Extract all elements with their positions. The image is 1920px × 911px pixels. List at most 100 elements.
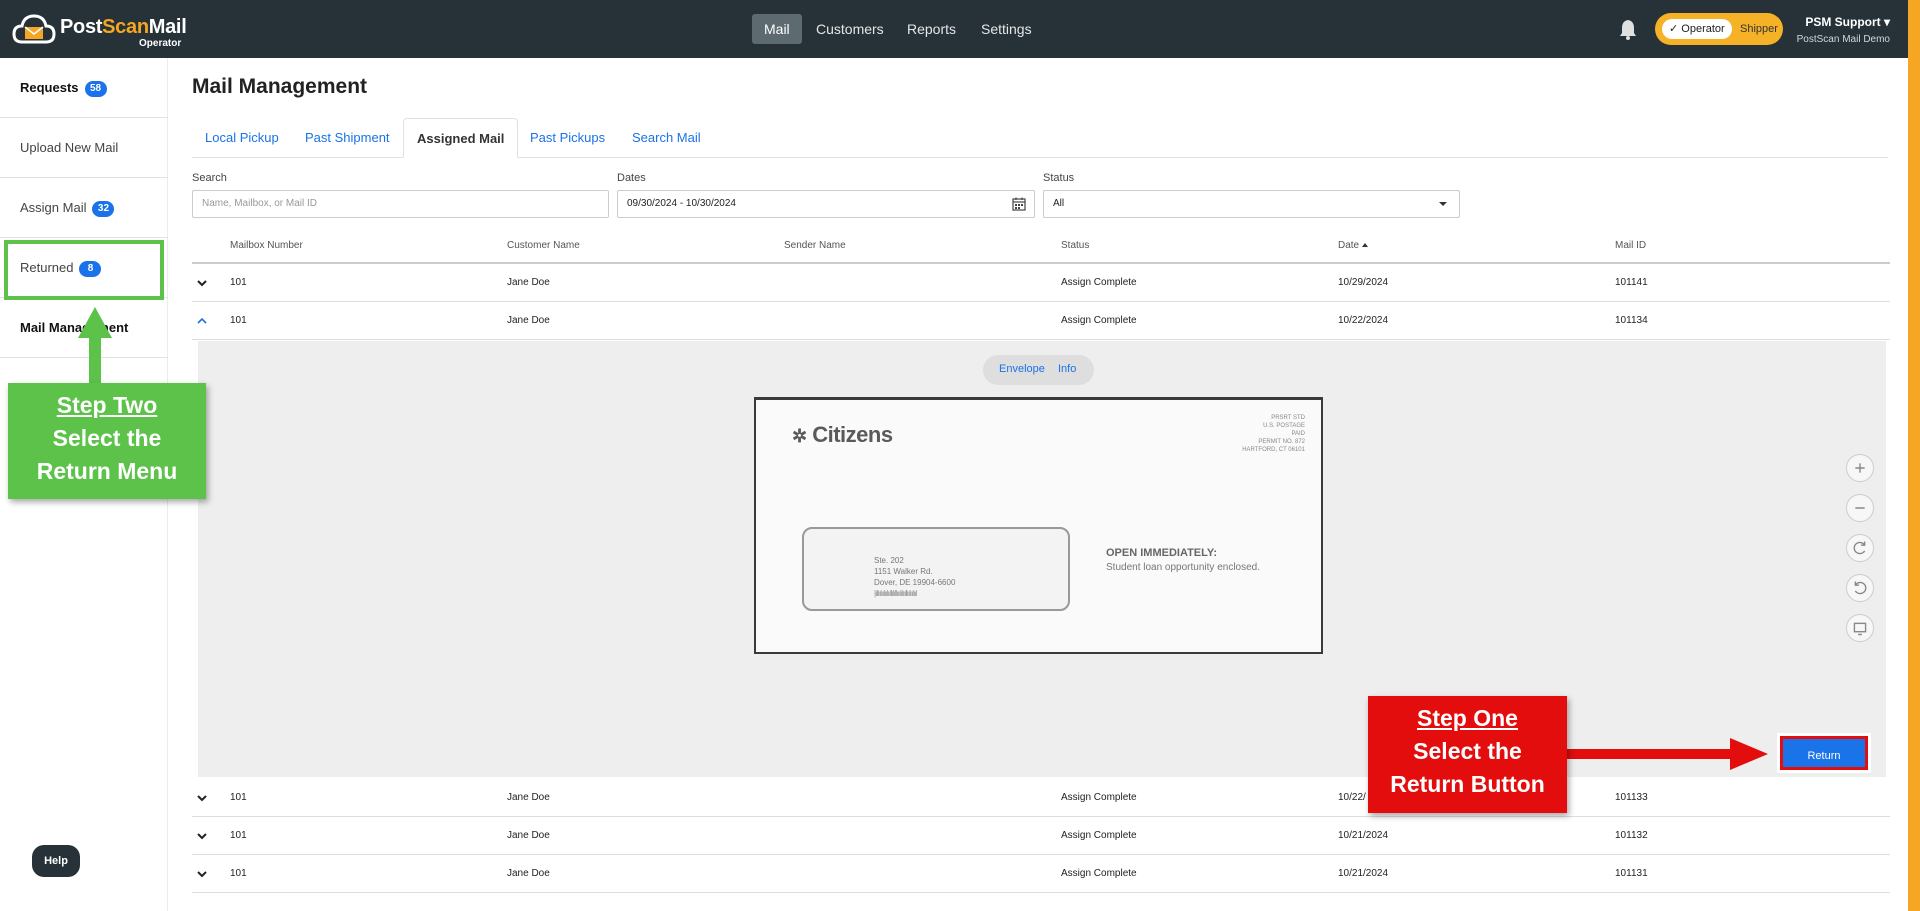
zoom-out-icon[interactable] — [1846, 494, 1874, 522]
step-one-line2: Return Button — [1390, 771, 1545, 797]
col-customer-name[interactable]: Customer Name — [507, 240, 580, 251]
status-label: Status — [1043, 172, 1075, 184]
page-title: Mail Management — [192, 75, 368, 98]
cell-mail-id: 101134 — [1615, 315, 1648, 326]
sidebar-item-assign-mail[interactable]: Assign Mail 32 — [0, 178, 168, 238]
calendar-icon[interactable] — [1012, 197, 1026, 211]
cell-date: 10/21/2024 — [1338, 830, 1389, 841]
brand-subtitle: Operator — [139, 38, 182, 49]
return-button[interactable]: Return — [1777, 733, 1871, 773]
col-sender-name[interactable]: Sender Name — [784, 240, 846, 251]
cell-mailbox: 101 — [230, 792, 247, 803]
cell-mailbox: 101 — [230, 830, 247, 841]
step-two-line2: Return Menu — [36, 458, 178, 484]
col-mail-id[interactable]: Mail ID — [1615, 240, 1646, 251]
envelope-scan-image: ✲ Citizens PRSRT STD U.S. POSTAGE PAID P… — [754, 397, 1323, 654]
col-mailbox-number[interactable]: Mailbox Number — [230, 240, 303, 251]
date-range-value: 09/30/2024 - 10/30/2024 — [627, 198, 736, 209]
requests-count-badge: 58 — [84, 80, 107, 97]
table-row[interactable]: 101 Jane Doe Assign Complete 10/22/ 1011… — [192, 779, 1890, 817]
cell-status: Assign Complete — [1061, 277, 1137, 288]
nav-settings[interactable]: Settings — [969, 14, 1044, 44]
sidebar-item-requests[interactable]: Requests 58 — [0, 58, 168, 118]
cell-status: Assign Complete — [1061, 315, 1137, 326]
chevron-down-icon[interactable] — [196, 277, 208, 289]
dates-label: Dates — [617, 172, 646, 184]
cell-mail-id: 101131 — [1615, 868, 1648, 879]
cell-mailbox: 101 — [230, 277, 247, 288]
fullscreen-icon[interactable] — [1846, 614, 1874, 642]
cell-customer: Jane Doe — [507, 868, 550, 879]
envelope-headline: OPEN IMMEDIATELY: — [1106, 547, 1218, 559]
chevron-down-icon[interactable] — [196, 868, 208, 880]
table-row[interactable]: 101 Jane Doe Assign Complete 10/21/2024 … — [192, 855, 1890, 893]
view-envelope-button[interactable]: Envelope — [999, 363, 1045, 375]
rotate-left-icon[interactable] — [1846, 574, 1874, 602]
tab-assigned-mail[interactable]: Assigned Mail — [403, 118, 519, 158]
step-two-line1: Select the — [52, 425, 162, 451]
assign-mail-count-badge: 32 — [92, 200, 115, 217]
nav-customers[interactable]: Customers — [804, 14, 896, 44]
cell-customer: Jane Doe — [507, 315, 550, 326]
step-one-title: Step One — [1417, 705, 1518, 731]
role-operator[interactable]: ✓ Operator — [1662, 19, 1732, 39]
chevron-up-icon[interactable] — [196, 315, 208, 327]
help-button[interactable]: Help — [32, 845, 80, 877]
status-select-value: All — [1053, 198, 1065, 209]
view-info-button[interactable]: Info — [1058, 363, 1076, 375]
chevron-down-icon[interactable] — [196, 792, 208, 804]
cell-date: 10/29/2024 — [1338, 277, 1389, 288]
step-two-title: Step Two — [56, 392, 158, 418]
cell-date: 10/22/ — [1338, 792, 1366, 803]
search-input[interactable]: Name, Mailbox, or Mail ID — [192, 190, 609, 218]
chevron-down-icon[interactable] — [196, 830, 208, 842]
table-row-expanded[interactable]: 101 Jane Doe Assign Complete 10/22/2024 … — [192, 302, 1890, 340]
envelope-postage-mark: PRSRT STD U.S. POSTAGE PAID PERMIT NO. 8… — [1242, 415, 1305, 453]
sidebar-item-upload-new-mail[interactable]: Upload New Mail — [0, 118, 168, 178]
cell-status: Assign Complete — [1061, 830, 1137, 841]
returned-highlight-box — [4, 240, 164, 300]
tab-local-pickup[interactable]: Local Pickup — [192, 118, 292, 158]
rotate-right-icon[interactable] — [1846, 534, 1874, 562]
sidebar-item-mail-management[interactable]: Mail Management — [0, 298, 168, 358]
tab-past-pickups[interactable]: Past Pickups — [517, 118, 618, 158]
view-toggle: Envelope Info — [983, 355, 1094, 385]
brand-name: PostScanMail — [60, 16, 187, 38]
col-status[interactable]: Status — [1061, 240, 1089, 251]
user-menu[interactable]: PSM Support ▾ — [1805, 15, 1890, 29]
table-row[interactable]: 101 Jane Doe Assign Complete 10/29/2024 … — [192, 264, 1890, 302]
cell-date: 10/21/2024 — [1338, 868, 1389, 879]
bell-icon[interactable] — [1618, 18, 1638, 40]
envelope-subline: Student loan opportunity enclosed. — [1106, 562, 1260, 573]
cell-mail-id: 101141 — [1615, 277, 1648, 288]
zoom-in-icon[interactable] — [1846, 454, 1874, 482]
status-select[interactable]: All — [1043, 190, 1460, 218]
step-two-callout: Step Two Select the Return Menu — [8, 383, 206, 499]
brand-logo[interactable]: PostScanMail Operator — [12, 10, 187, 50]
nav-mail[interactable]: Mail — [752, 14, 802, 44]
cell-customer: Jane Doe — [507, 277, 550, 288]
tab-past-shipment[interactable]: Past Shipment — [292, 118, 403, 158]
envelope-sender-logo: ✲ Citizens — [792, 422, 893, 447]
table-row[interactable]: 101 Jane Doe Assign Complete 10/21/2024 … — [192, 817, 1890, 855]
cell-mail-id: 101133 — [1615, 792, 1648, 803]
sort-ascending-icon — [1362, 243, 1369, 248]
envelope-address: Ste. 202 1151 Walker Rd. Dover, DE 19904… — [874, 556, 956, 598]
cloud-mail-logo-icon — [12, 14, 56, 44]
user-organization: PostScan Mail Demo — [1796, 34, 1890, 45]
role-switcher[interactable]: ✓ Operator Shipper — [1655, 13, 1783, 45]
col-date[interactable]: Date — [1338, 240, 1369, 251]
step-one-line1: Select the — [1413, 738, 1522, 764]
cell-status: Assign Complete — [1061, 868, 1137, 879]
table-header: Mailbox Number Customer Name Sender Name… — [192, 232, 1890, 264]
chevron-down-icon — [1439, 202, 1447, 206]
tab-search-mail[interactable]: Search Mail — [619, 118, 714, 158]
date-range-input[interactable]: 09/30/2024 - 10/30/2024 — [617, 190, 1035, 218]
nav-reports[interactable]: Reports — [895, 14, 968, 44]
cell-customer: Jane Doe — [507, 830, 550, 841]
top-navbar: PostScanMail Operator Mail Customers Rep… — [0, 0, 1920, 58]
role-shipper[interactable]: Shipper — [1733, 19, 1785, 39]
cell-mailbox: 101 — [230, 315, 247, 326]
cell-mailbox: 101 — [230, 868, 247, 879]
right-edge-bar — [1908, 0, 1920, 911]
